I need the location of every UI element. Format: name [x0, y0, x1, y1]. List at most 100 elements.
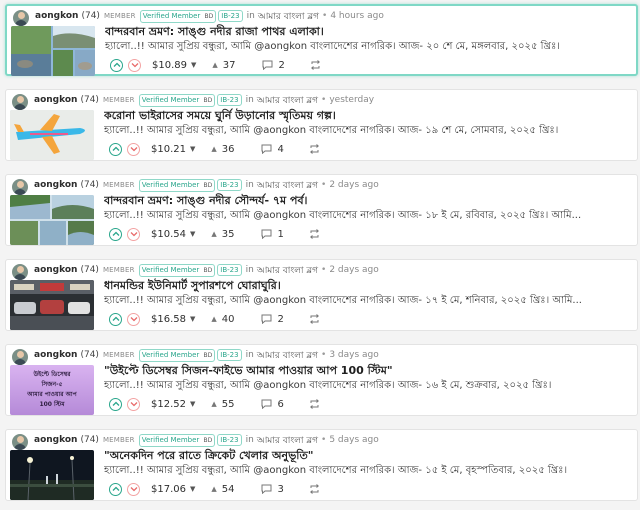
- comment-icon[interactable]: [261, 484, 272, 494]
- chevron-up-icon: [112, 231, 119, 236]
- post-card[interactable]: aongkon (74) MEMBER Verified Member BD I…: [5, 4, 638, 76]
- comment-count[interactable]: 3: [278, 484, 284, 495]
- reblog-icon[interactable]: [309, 144, 320, 154]
- payout-value[interactable]: $10.89: [152, 60, 187, 71]
- avatar[interactable]: [12, 349, 28, 365]
- author-name[interactable]: aongkon: [34, 95, 77, 105]
- upvote-button[interactable]: [109, 227, 122, 241]
- post-thumbnail[interactable]: [10, 110, 94, 160]
- post-excerpt[interactable]: হ্যালো..!! আমার সুপ্রিয় বন্ধুরা, আমি @a…: [104, 293, 636, 310]
- upvote-button[interactable]: [109, 312, 122, 326]
- payout-caret-icon[interactable]: ▼: [190, 485, 195, 493]
- downvote-button[interactable]: [128, 58, 141, 72]
- author-name[interactable]: aongkon: [34, 180, 77, 190]
- comment-count[interactable]: 4: [278, 144, 284, 155]
- payout-caret-icon[interactable]: ▼: [190, 145, 195, 153]
- avatar[interactable]: [12, 94, 28, 110]
- community-link[interactable]: আমার বাংলা ব্লগ: [257, 348, 318, 363]
- post-excerpt[interactable]: হ্যালো..!! আমার সুপ্রিয় বন্ধুরা, আমি @a…: [105, 39, 637, 56]
- post-time[interactable]: 5 days ago: [329, 435, 378, 445]
- post-excerpt[interactable]: হ্যালো..!! আমার সুপ্রিয় বন্ধুরা, আমি @a…: [104, 463, 636, 480]
- community-link[interactable]: আমার বাংলা ব্লগ: [257, 178, 318, 193]
- payout-caret-icon[interactable]: ▼: [190, 400, 195, 408]
- community-link[interactable]: আমার বাংলা ব্লগ: [258, 9, 319, 24]
- avatar[interactable]: [13, 10, 29, 26]
- post-card[interactable]: aongkon (74) MEMBER Verified Member BD I…: [5, 429, 638, 501]
- avatar[interactable]: [12, 179, 28, 195]
- votes-caret-icon[interactable]: ▲: [211, 230, 216, 238]
- payout-caret-icon[interactable]: ▼: [190, 230, 195, 238]
- post-card[interactable]: aongkon (74) MEMBER Verified Member BD I…: [5, 344, 638, 416]
- post-time[interactable]: 2 days ago: [329, 180, 378, 190]
- post-time[interactable]: 3 days ago: [329, 350, 378, 360]
- upvote-button[interactable]: [109, 397, 122, 411]
- separator-dot: •: [321, 265, 327, 275]
- post-excerpt[interactable]: হ্যালো..!! আমার সুপ্রিয় বন্ধুরা, আমি @a…: [104, 123, 636, 140]
- post-card[interactable]: aongkon (74) MEMBER Verified Member BD I…: [5, 259, 638, 331]
- payout-value[interactable]: $12.52: [151, 399, 186, 410]
- comment-icon[interactable]: [261, 144, 272, 154]
- post-time[interactable]: 4 hours ago: [330, 11, 384, 21]
- downvote-button[interactable]: [127, 482, 140, 496]
- upvote-button[interactable]: [110, 58, 123, 72]
- post-card[interactable]: aongkon (74) MEMBER Verified Member BD I…: [5, 89, 638, 161]
- payout-caret-icon[interactable]: ▼: [190, 315, 195, 323]
- payout-value[interactable]: $10.54: [151, 229, 186, 240]
- author-name[interactable]: aongkon: [34, 265, 77, 275]
- vote-count[interactable]: 40: [222, 314, 235, 325]
- post-excerpt[interactable]: হ্যালো..!! আমার সুপ্রিয় বন্ধুরা, আমি @a…: [104, 208, 636, 225]
- post-time[interactable]: yesterday: [329, 95, 374, 105]
- reblog-icon[interactable]: [309, 314, 320, 324]
- payout-value[interactable]: $16.58: [151, 314, 186, 325]
- avatar[interactable]: [12, 434, 28, 450]
- comment-count[interactable]: 1: [278, 229, 284, 240]
- vote-count[interactable]: 55: [222, 399, 235, 410]
- comment-count[interactable]: 2: [279, 60, 285, 71]
- reblog-icon[interactable]: [310, 60, 321, 70]
- vote-count[interactable]: 54: [222, 484, 235, 495]
- votes-caret-icon[interactable]: ▲: [212, 61, 217, 69]
- comment-icon[interactable]: [261, 229, 272, 239]
- vote-count[interactable]: 35: [222, 229, 235, 240]
- author-name[interactable]: aongkon: [34, 435, 77, 445]
- downvote-button[interactable]: [127, 227, 140, 241]
- downvote-button[interactable]: [127, 397, 140, 411]
- country-flag: BD: [203, 436, 213, 444]
- post-time[interactable]: 2 days ago: [329, 265, 378, 275]
- votes-caret-icon[interactable]: ▲: [211, 315, 216, 323]
- post-thumbnail[interactable]: [11, 26, 95, 76]
- payout-value[interactable]: $10.21: [151, 144, 186, 155]
- avatar[interactable]: [12, 264, 28, 280]
- comment-icon[interactable]: [261, 314, 272, 324]
- author-name[interactable]: aongkon: [34, 350, 77, 360]
- reblog-icon[interactable]: [309, 229, 320, 239]
- upvote-button[interactable]: [109, 482, 122, 496]
- votes-caret-icon[interactable]: ▲: [211, 400, 216, 408]
- post-thumbnail[interactable]: [10, 280, 94, 330]
- votes-caret-icon[interactable]: ▲: [211, 145, 216, 153]
- reblog-icon[interactable]: [309, 484, 320, 494]
- upvote-button[interactable]: [109, 142, 122, 156]
- payout-value[interactable]: $17.06: [151, 484, 186, 495]
- post-card[interactable]: aongkon (74) MEMBER Verified Member BD I…: [5, 174, 638, 246]
- post-thumbnail[interactable]: [10, 195, 94, 245]
- comment-icon[interactable]: [262, 60, 273, 70]
- comment-icon[interactable]: [261, 399, 272, 409]
- vote-count[interactable]: 37: [223, 60, 236, 71]
- post-excerpt[interactable]: হ্যালো..!! আমার সুপ্রিয় বন্ধুরা, আমি @a…: [104, 378, 636, 395]
- votes-caret-icon[interactable]: ▲: [211, 485, 216, 493]
- comment-count[interactable]: 6: [278, 399, 284, 410]
- payout-caret-icon[interactable]: ▼: [191, 61, 196, 69]
- community-link[interactable]: আমার বাংলা ব্লগ: [257, 263, 318, 278]
- downvote-button[interactable]: [127, 312, 140, 326]
- downvote-button[interactable]: [127, 142, 140, 156]
- post-thumbnail[interactable]: [10, 450, 94, 500]
- community-link[interactable]: আমার বাংলা ব্লগ: [257, 93, 318, 108]
- post-thumbnail[interactable]: উইপ্টে ডিসেম্বর সিজন-৫ আমার পাওয়ার আপ 100 …: [10, 365, 94, 415]
- reblog-icon[interactable]: [309, 399, 320, 409]
- post-meta: aongkon (74) MEMBER Verified Member BD I…: [34, 178, 379, 192]
- vote-count[interactable]: 36: [222, 144, 235, 155]
- community-link[interactable]: আমার বাংলা ব্লগ: [257, 433, 318, 448]
- author-name[interactable]: aongkon: [35, 11, 78, 21]
- comment-count[interactable]: 2: [278, 314, 284, 325]
